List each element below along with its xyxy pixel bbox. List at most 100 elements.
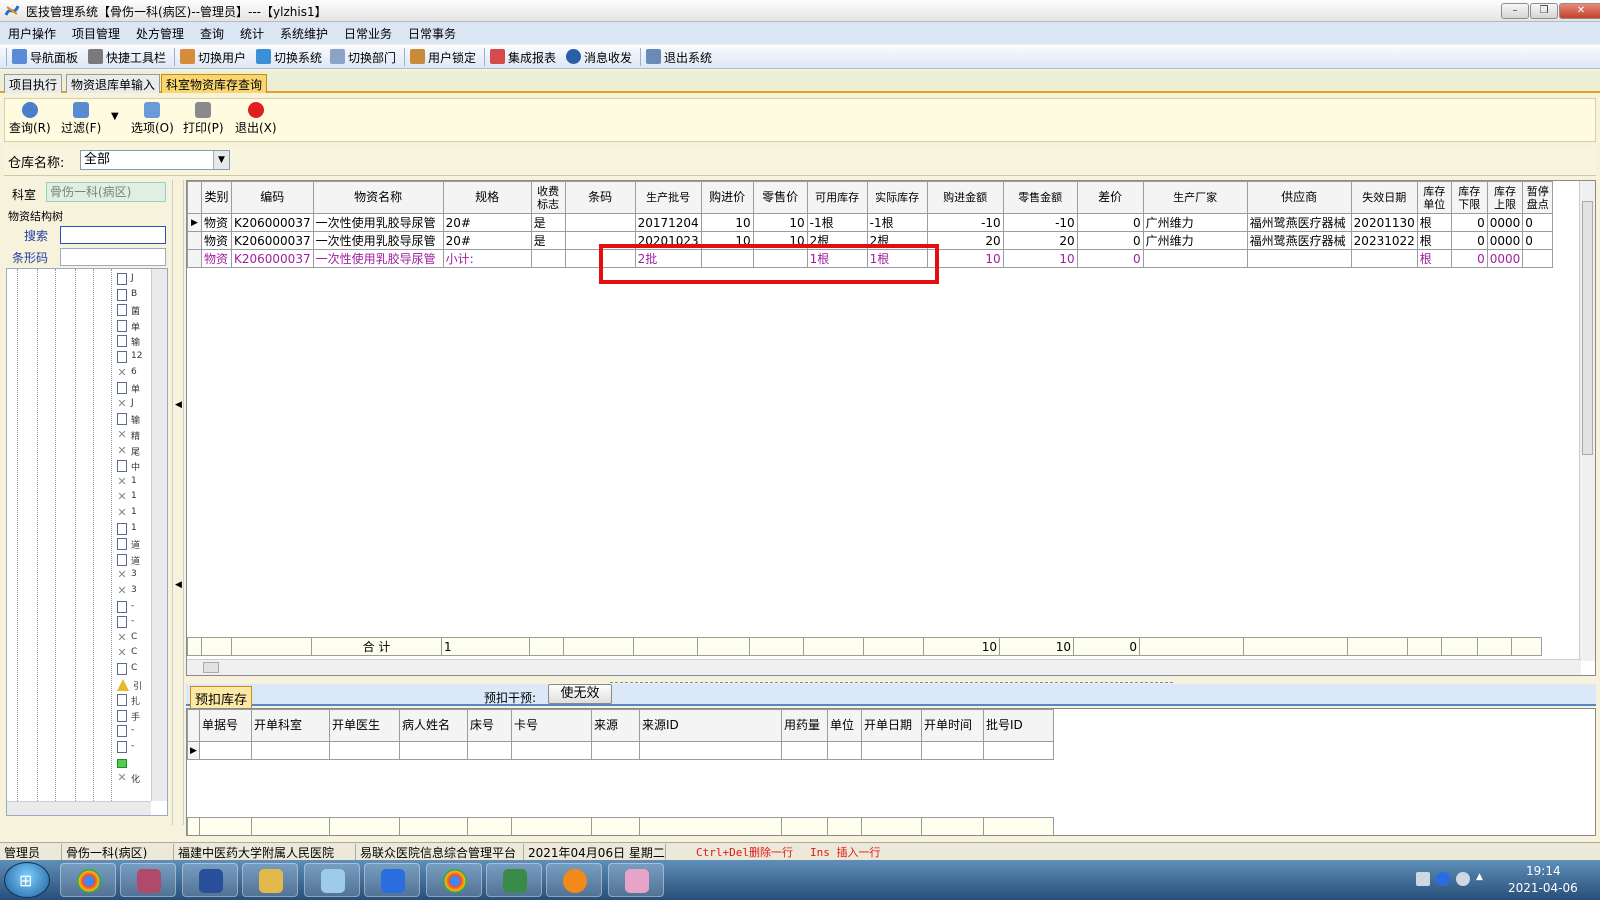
menu-daily-affairs[interactable]: 日常事务: [408, 25, 456, 42]
tree-node[interactable]: -: [117, 741, 147, 755]
column-header[interactable]: 批号ID: [983, 709, 1054, 742]
table-cell[interactable]: [530, 249, 566, 268]
column-header[interactable]: 收费标志: [530, 181, 566, 214]
switch-dept-button[interactable]: 切换部门: [330, 49, 396, 65]
print-button[interactable]: 打印(P): [183, 102, 224, 136]
tree-node[interactable]: -: [117, 725, 147, 739]
table-cell[interactable]: [564, 249, 636, 268]
tab-prededuct-stock[interactable]: 预扣库存: [190, 686, 253, 708]
options-button[interactable]: 选项(O): [131, 102, 174, 136]
taskbar-chrome-app-2[interactable]: [426, 863, 482, 897]
clock-time[interactable]: 19:14: [1526, 864, 1561, 878]
column-header[interactable]: 物资名称: [312, 181, 444, 214]
table-cell[interactable]: [564, 213, 636, 232]
table-cell[interactable]: K206000037: [231, 213, 314, 232]
table-cell[interactable]: 根: [1416, 231, 1452, 250]
taskbar-chrome-app[interactable]: [60, 863, 116, 897]
tree-node[interactable]: [117, 757, 147, 771]
table-cell[interactable]: K206000037: [231, 249, 314, 268]
table-cell[interactable]: 20#: [442, 213, 532, 232]
table-cell[interactable]: -10: [926, 213, 1004, 232]
table-cell[interactable]: [329, 741, 400, 760]
table-cell[interactable]: 根: [1416, 213, 1452, 232]
column-header[interactable]: 零售价: [752, 181, 808, 214]
tree-node[interactable]: 输: [117, 335, 147, 349]
column-header[interactable]: 条码: [564, 181, 636, 214]
scroll-thumb[interactable]: [203, 662, 219, 673]
table-cell[interactable]: -10: [1002, 213, 1078, 232]
table-cell[interactable]: 2根: [806, 231, 868, 250]
table-cell[interactable]: 福州鹭燕医疗器械: [1246, 231, 1352, 250]
table-row[interactable]: ▶ 物资 K206000037 一次性使用乳胶导尿管 20# 是 20171204 10 10-…: [187, 213, 1554, 232]
table-cell[interactable]: [861, 741, 922, 760]
table-cell[interactable]: [639, 741, 782, 760]
horizontal-splitter[interactable]: [610, 675, 1173, 683]
menu-prescription-mgmt[interactable]: 处方管理: [136, 25, 184, 42]
maximize-button[interactable]: ❐: [1530, 3, 1558, 19]
network-icon[interactable]: [1456, 872, 1470, 886]
switch-user-button[interactable]: 切换用户: [180, 49, 246, 65]
filter-dropdown-arrow[interactable]: ▼: [111, 111, 119, 122]
message-button[interactable]: 消息收发: [566, 49, 632, 65]
column-header[interactable]: 暂停盘点: [1522, 181, 1554, 214]
table-cell[interactable]: 一次性使用乳胶导尿管: [312, 249, 444, 268]
tree-node[interactable]: 扎: [117, 694, 147, 708]
table-cell[interactable]: 0: [1076, 249, 1144, 268]
table-cell[interactable]: 0: [1076, 231, 1144, 250]
row-indicator[interactable]: [187, 249, 202, 268]
table-cell[interactable]: 物资: [201, 231, 232, 250]
tree-node[interactable]: 输: [117, 413, 147, 427]
table-cell[interactable]: 20201130: [1350, 213, 1418, 232]
tree-node[interactable]: B: [117, 288, 147, 303]
column-header[interactable]: 购进价: [700, 181, 754, 214]
table-cell[interactable]: 0: [1450, 231, 1488, 250]
quick-toolbar-button[interactable]: 快捷工具栏: [88, 49, 166, 65]
integrated-report-button[interactable]: 集成报表: [490, 49, 556, 65]
taskbar-explorer-app[interactable]: [242, 863, 298, 897]
column-header[interactable]: 库存单位: [1416, 181, 1452, 214]
table-cell[interactable]: 10: [1002, 249, 1078, 268]
tree-node[interactable]: ✕ 6: [117, 366, 147, 381]
nav-panel-button[interactable]: 导航面板: [12, 49, 78, 65]
column-header[interactable]: 来源ID: [639, 709, 782, 742]
tree-node[interactable]: ✕ C: [117, 631, 147, 646]
table-cell[interactable]: [251, 741, 330, 760]
menu-query[interactable]: 查询: [200, 25, 224, 42]
filter-button[interactable]: 过滤(F): [61, 102, 101, 136]
column-header[interactable]: 库存下限: [1450, 181, 1488, 214]
chevron-down-icon[interactable]: ▼: [213, 151, 229, 169]
collapse-left-icon[interactable]: ◀: [175, 400, 182, 410]
minimize-button[interactable]: –: [1501, 3, 1529, 19]
menu-statistics[interactable]: 统计: [240, 25, 264, 42]
menu-project-mgmt[interactable]: 项目管理: [72, 25, 120, 42]
tree-node[interactable]: C: [117, 663, 147, 677]
table-cell[interactable]: [700, 249, 754, 268]
table-cell[interactable]: [921, 741, 984, 760]
table-cell[interactable]: 广州维力: [1142, 213, 1248, 232]
scroll-thumb[interactable]: [1582, 201, 1593, 455]
column-header[interactable]: 库存上限: [1486, 181, 1524, 214]
close-button[interactable]: ✕: [1559, 3, 1600, 19]
table-cell[interactable]: 20231022: [1350, 231, 1418, 250]
table-cell[interactable]: [564, 231, 636, 250]
column-header[interactable]: 可用库存: [806, 181, 868, 214]
dept-field[interactable]: 骨伤一科(病区): [46, 182, 166, 202]
column-header[interactable]: 单据号: [199, 709, 252, 742]
column-header[interactable]: 购进金额: [926, 181, 1004, 214]
help-icon[interactable]: [1436, 872, 1450, 886]
user-lock-button[interactable]: 用户锁定: [410, 49, 476, 65]
column-header[interactable]: 床号: [467, 709, 512, 742]
tree-node[interactable]: ✕ 尾: [117, 444, 147, 459]
table-cell[interactable]: 1根: [806, 249, 868, 268]
tree-vertical-scrollbar[interactable]: [151, 269, 167, 801]
column-header[interactable]: 零售金额: [1002, 181, 1078, 214]
table-cell[interactable]: [1246, 249, 1352, 268]
exit-button[interactable]: 退出(X): [235, 102, 277, 136]
tab-project-exec[interactable]: 项目执行: [4, 74, 63, 93]
table-cell[interactable]: 小计:: [442, 249, 532, 268]
taskbar-paint-app[interactable]: [608, 863, 664, 897]
menu-user-ops[interactable]: 用户操作: [8, 25, 56, 42]
column-header[interactable]: 类别: [201, 181, 232, 214]
tree-node[interactable]: 道: [117, 553, 147, 568]
tree-node[interactable]: -: [117, 616, 147, 630]
